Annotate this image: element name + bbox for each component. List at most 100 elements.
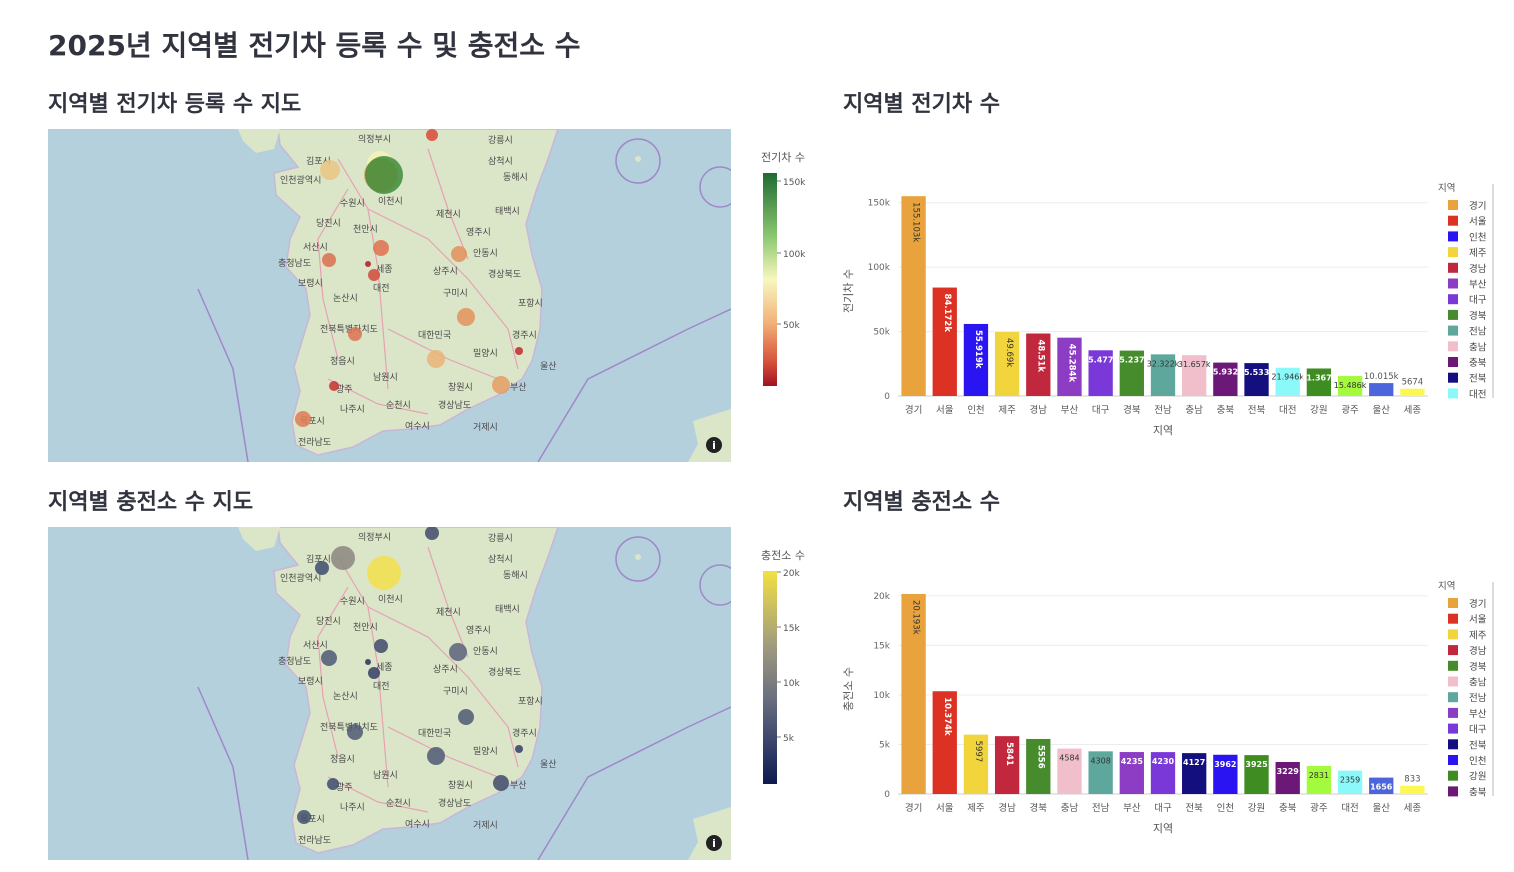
ev-map-bubble xyxy=(322,253,336,267)
charger-map-canvas: 의정부시 강릉시김포시 삼척시인천광역시 동해시수원시 이천시태백시당진시천안시제천시영… xyxy=(48,527,731,860)
ev-island xyxy=(635,156,641,162)
charger-bar-value-label: 4235 xyxy=(1121,757,1144,766)
charger-legend-swatch xyxy=(1448,723,1458,734)
ev-map[interactable]: 의정부시 강릉시 김포시 삼척시 인천광역시 동해시 수원시 이천시 태백시 당진시 천안시 제천시 영… xyxy=(48,129,731,462)
ev-legend-item: 전북 xyxy=(1469,374,1487,385)
ev-map-bubble xyxy=(457,308,475,326)
charger-bar-value-label: 3962 xyxy=(1214,760,1236,769)
ev-map-label: 수원시 xyxy=(340,198,365,209)
charger-x-tick-label: 대구 xyxy=(1154,803,1172,814)
ev-bar-value-label: 25.533k xyxy=(1238,368,1275,377)
charger-map-label: 순천시 xyxy=(386,798,411,809)
ev-bar-title: 지역별 전기차 수 xyxy=(843,92,1000,117)
ev-map-bubble xyxy=(373,240,389,256)
ev-map-label: 경상북도 xyxy=(488,268,521,280)
ev-bar-chart: 0 50k 100k 150k 155.103k 경기 84.172k 서울 55.919k 인천… xyxy=(842,183,1494,437)
charger-bar-value-label: 4584 xyxy=(1059,754,1079,763)
charger-bar xyxy=(1400,785,1425,794)
ev-y-axis-title: 전기차 수 xyxy=(842,269,855,313)
charger-map-label: 논산시 xyxy=(333,691,358,702)
charger-legend-item: 전북 xyxy=(1469,740,1487,751)
ev-map-label: 창원시 xyxy=(448,382,473,393)
ev-map-bubble xyxy=(492,376,510,394)
charger-legend-item: 부산 xyxy=(1469,709,1487,720)
charger-legend-swatch xyxy=(1448,676,1458,687)
ev-legend-item: 부산 xyxy=(1469,280,1487,291)
ev-x-tick-label: 대전 xyxy=(1279,405,1296,416)
ev-bar-value-label: 5674 xyxy=(1402,378,1424,388)
ev-map-label: 구미시 xyxy=(443,288,468,299)
ev-bar-value-label: 10.015k xyxy=(1364,372,1399,382)
charger-colorbar: 충전소 수 20k 15k 10k 5k xyxy=(761,549,805,784)
ev-map-label: 여수시 xyxy=(405,420,430,432)
ev-legend-item: 전남 xyxy=(1469,327,1487,338)
ev-legend-swatch xyxy=(1448,357,1458,367)
charger-legend-swatch xyxy=(1448,645,1458,656)
charger-map-label: 포항시 xyxy=(518,696,543,707)
ev-y-tick-label: 100k xyxy=(868,263,891,273)
charger-x-tick-label: 광주 xyxy=(1310,802,1328,814)
ev-map-label: 경상남도 xyxy=(438,399,471,411)
charger-map-bubble xyxy=(368,667,380,679)
ev-legend-swatch xyxy=(1448,247,1458,258)
charger-colorbar-gradient xyxy=(763,571,777,784)
ev-map-bubble xyxy=(426,129,438,141)
charger-map-title: 지역별 충전소 수 지도 xyxy=(48,490,254,515)
ev-colorbar-tick-label: 150k xyxy=(783,178,806,188)
charger-map-label: 영주시 xyxy=(466,625,491,636)
charger-map-label: 대한민국 xyxy=(418,728,451,739)
ev-map-label: 이천시 xyxy=(378,196,403,207)
charger-map-label: 태백시 xyxy=(495,604,520,615)
ev-colorbar: 전기차 수 150k 100k 50k xyxy=(761,151,806,386)
charger-bar-value-label: 4230 xyxy=(1152,757,1175,766)
charger-legend-swatch xyxy=(1448,692,1458,703)
ev-map-label: 포항시 xyxy=(518,298,543,309)
charger-legend-item: 대구 xyxy=(1469,725,1487,736)
charger-x-tick-label: 부산 xyxy=(1123,803,1141,814)
charger-map-label: 제천시 xyxy=(436,607,461,618)
ev-x-tick-label: 부산 xyxy=(1061,405,1079,416)
ev-map-bubble xyxy=(320,160,340,180)
ev-map-label: 대전 xyxy=(373,283,390,294)
ev-colorbar-gradient xyxy=(763,173,777,386)
charger-y-tick-label: 10k xyxy=(873,691,890,701)
ev-colorbar-tick-label: 50k xyxy=(783,321,800,331)
ev-bar-value-label: 48.51k xyxy=(1035,340,1045,373)
charger-map-label: 울산 xyxy=(540,759,557,770)
charger-map-label: 당진시 xyxy=(316,616,341,627)
charger-legend-swatch xyxy=(1448,629,1458,640)
ev-map-bubble xyxy=(295,411,311,427)
charger-legend-item: 충남 xyxy=(1469,678,1487,689)
charger-map[interactable]: 의정부시 강릉시 김포시 삼척시 인천광역시 동해시 수원시 이천시 태백시 당진시 천안시 제천시 영… xyxy=(48,527,731,860)
charger-map-label: 대전 xyxy=(373,681,390,692)
charger-bar-value-label: 3229 xyxy=(1277,767,1300,776)
charger-legend-swatch xyxy=(1448,613,1458,624)
charger-legend-swatch xyxy=(1448,707,1458,718)
ev-map-label: 순천시 xyxy=(386,400,411,411)
charger-colorbar-tick-label: 5k xyxy=(783,734,795,744)
ev-bar-value-label: 35.237k xyxy=(1114,356,1151,365)
ev-x-tick-label: 대구 xyxy=(1092,405,1110,416)
ev-legend-item: 경기 xyxy=(1469,200,1486,212)
ev-bar-value-label: 155.103k xyxy=(911,202,921,242)
charger-map-label: 구미시 xyxy=(443,686,468,697)
charger-legend-swatch xyxy=(1448,770,1458,781)
charger-bar-title: 지역별 충전소 수 xyxy=(843,490,1000,515)
ev-bar xyxy=(1369,383,1394,396)
charger-x-tick-label: 충북 xyxy=(1279,803,1297,814)
charger-legend-item: 경기 xyxy=(1469,598,1486,610)
ev-map-bubble xyxy=(515,347,523,355)
charger-bar-value-label: 5841 xyxy=(1004,742,1014,766)
charger-y-tick-label: 0 xyxy=(884,790,890,800)
charger-map-bubble xyxy=(374,639,388,653)
ev-map-label: 인천광역시 xyxy=(280,174,321,186)
ev-map-bubble xyxy=(348,327,362,341)
ev-legend-item: 서울 xyxy=(1469,217,1487,228)
ev-map-label: 의정부시 xyxy=(358,134,391,145)
charger-map-label: 나주시 xyxy=(340,802,365,813)
ev-colorbar-tick-label: 100k xyxy=(783,250,806,260)
charger-y-axis-title: 충전소 수 xyxy=(842,667,855,711)
ev-legend-item: 인천 xyxy=(1469,232,1486,243)
ev-map-bubble xyxy=(365,261,371,267)
charger-legend-item: 제주 xyxy=(1469,630,1487,641)
